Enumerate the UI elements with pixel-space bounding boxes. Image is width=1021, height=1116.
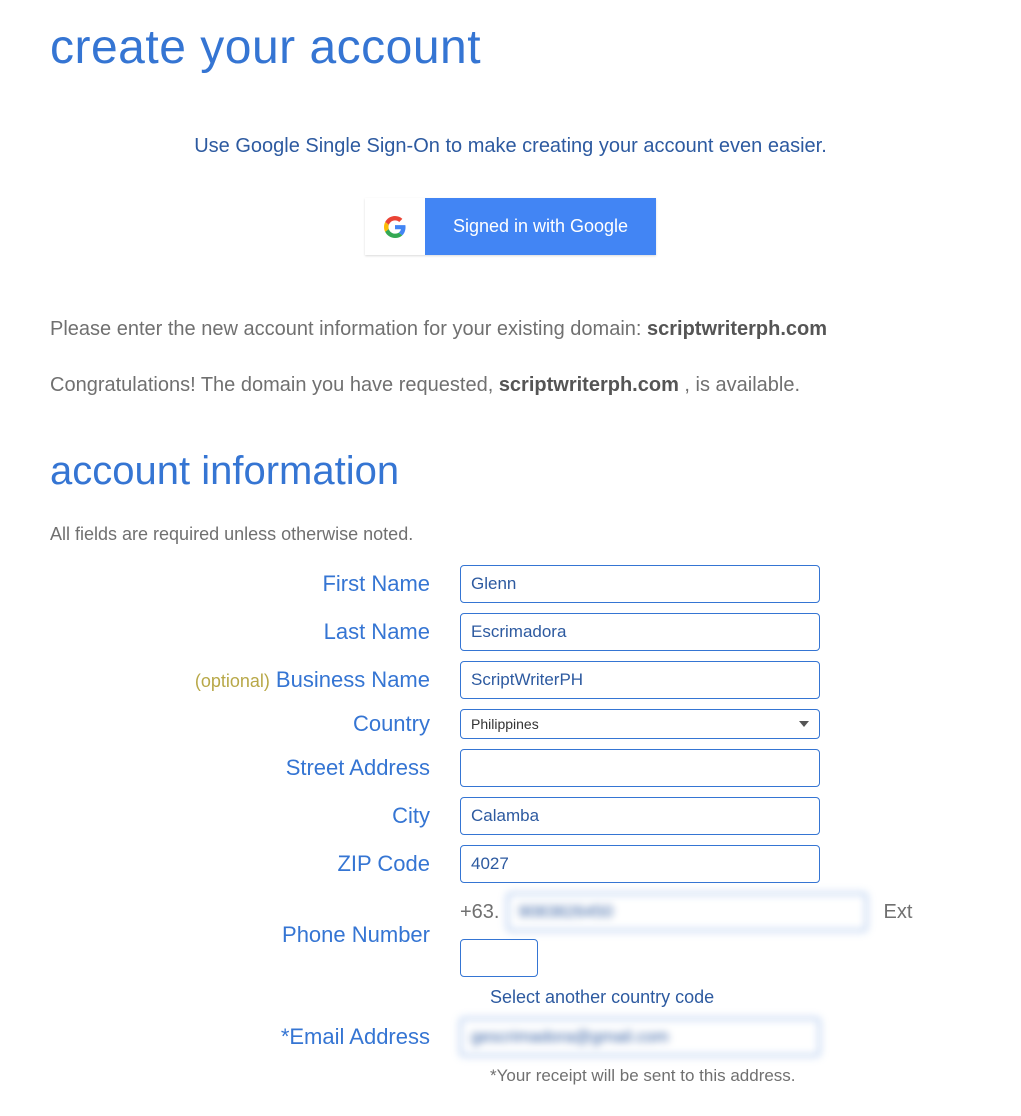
domain-intro-line2: Congratulations! The domain you have req… [50, 371, 971, 399]
country-label: Country [50, 711, 460, 737]
ext-input[interactable] [460, 939, 538, 977]
email-label: *Email Address [50, 1024, 460, 1050]
business-name-label: (optional)Business Name [50, 667, 460, 693]
zip-label: ZIP Code [50, 851, 460, 877]
google-signin-label: Signed in with Google [425, 198, 656, 255]
phone-input[interactable] [507, 893, 867, 931]
zip-input[interactable] [460, 845, 820, 883]
country-select[interactable]: Philippines [460, 709, 820, 739]
section-title: account information [50, 449, 971, 494]
country-code-link[interactable]: Select another country code [490, 987, 714, 1007]
phone-label: Phone Number [50, 922, 460, 948]
google-signin-button[interactable]: Signed in with Google [365, 198, 656, 255]
street-address-input[interactable] [460, 749, 820, 787]
domain-intro-line1: Please enter the new account information… [50, 315, 971, 343]
business-name-input[interactable] [460, 661, 820, 699]
first-name-label: First Name [50, 571, 460, 597]
city-input[interactable] [460, 797, 820, 835]
receipt-note: *Your receipt will be sent to this addre… [490, 1066, 796, 1085]
street-address-label: Street Address [50, 755, 460, 781]
optional-tag: (optional) [195, 671, 270, 691]
phone-prefix: +63. [460, 901, 499, 924]
last-name-label: Last Name [50, 619, 460, 645]
email-input[interactable] [460, 1018, 820, 1056]
last-name-input[interactable] [460, 613, 820, 651]
ext-label: Ext [883, 901, 912, 924]
city-label: City [50, 803, 460, 829]
first-name-input[interactable] [460, 565, 820, 603]
required-fields-note: All fields are required unless otherwise… [50, 524, 971, 545]
sso-description: Use Google Single Sign-On to make creati… [50, 135, 971, 158]
google-icon [365, 198, 425, 255]
page-title: create your account [50, 20, 971, 75]
